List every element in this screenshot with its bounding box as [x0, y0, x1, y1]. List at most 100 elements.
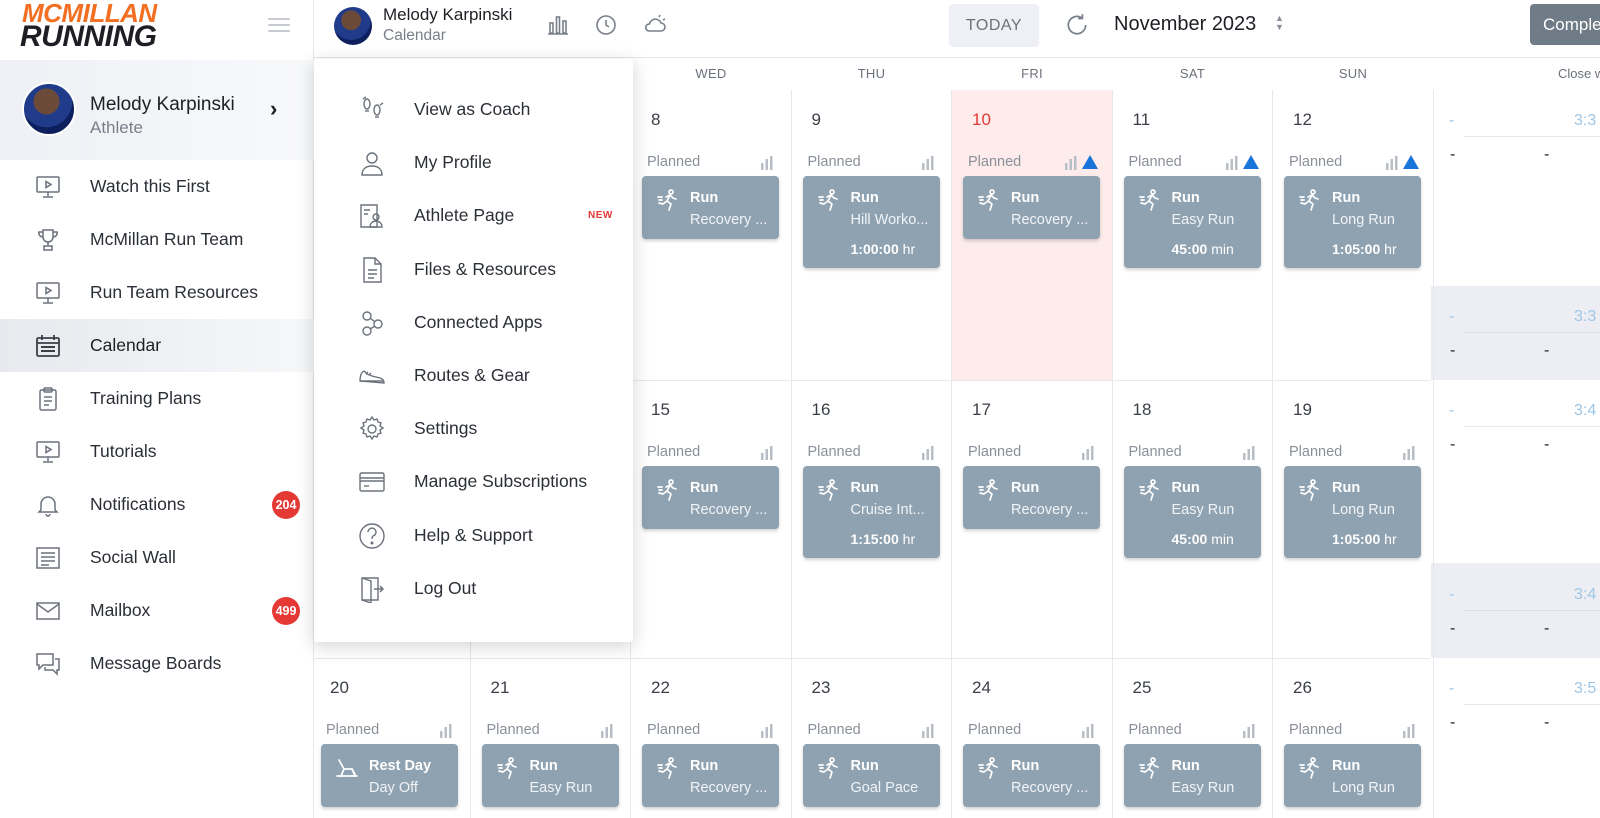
- bar-chart-icon[interactable]: [760, 724, 774, 738]
- workout-card[interactable]: Run Easy Run 45:00 min: [1123, 176, 1261, 268]
- bar-chart-icon[interactable]: [439, 724, 453, 738]
- bar-chart-icon[interactable]: [1385, 156, 1399, 170]
- menu-item-settings[interactable]: Settings: [314, 403, 633, 456]
- menu-item-log-out[interactable]: Log Out: [314, 563, 633, 616]
- workout-card[interactable]: Run Easy Run: [481, 744, 619, 807]
- workout-card[interactable]: Run Recovery ...: [963, 466, 1100, 529]
- alert-triangle-icon[interactable]: [1403, 155, 1419, 169]
- close-week-header[interactable]: Close w: [1558, 66, 1600, 81]
- day-number[interactable]: 12: [1293, 110, 1312, 130]
- day-number[interactable]: 21: [491, 678, 510, 698]
- day-number[interactable]: 15: [651, 400, 670, 420]
- weekly-summary-time[interactable]: 3:4: [1574, 586, 1596, 604]
- workout-card[interactable]: Run Recovery ...: [642, 176, 779, 239]
- bar-chart-icon[interactable]: [600, 724, 614, 738]
- month-selector[interactable]: November 2023: [1114, 13, 1256, 36]
- bar-chart-icon[interactable]: [1242, 446, 1256, 460]
- sidebar-item-social-wall[interactable]: Social Wall: [0, 531, 314, 584]
- workout-card[interactable]: Run Easy Run: [1123, 744, 1261, 807]
- day-number[interactable]: 26: [1293, 678, 1312, 698]
- workout-card[interactable]: Run Long Run 1:05:00 hr: [1284, 176, 1421, 268]
- workout-card[interactable]: Run Cruise Int... 1:15:00 hr: [802, 466, 940, 558]
- bar-chart-icon[interactable]: [1081, 724, 1095, 738]
- planned-label: Planned: [647, 444, 701, 460]
- bar-chart-icon[interactable]: [760, 446, 774, 460]
- menu-item-help-support[interactable]: Help & Support: [314, 510, 633, 563]
- day-number[interactable]: 23: [812, 678, 831, 698]
- day-number[interactable]: 20: [330, 678, 349, 698]
- bar-chart-icon[interactable]: [546, 13, 570, 37]
- sidebar-item-run-team-resources[interactable]: Run Team Resources: [0, 266, 314, 319]
- bar-chart-icon[interactable]: [921, 446, 935, 460]
- sidebar-item-mailbox[interactable]: Mailbox 499: [0, 584, 314, 637]
- day-number[interactable]: 8: [651, 110, 660, 130]
- workout-card[interactable]: Run Recovery ...: [642, 466, 779, 529]
- menu-item-files-resources[interactable]: Files & Resources: [314, 244, 633, 297]
- sidebar-item-message-boards[interactable]: Message Boards: [0, 637, 314, 690]
- complete-button[interactable]: Complete: [1530, 4, 1600, 45]
- weekly-summary-time[interactable]: 3:4: [1574, 402, 1596, 420]
- day-number[interactable]: 24: [972, 678, 991, 698]
- profile-card[interactable]: Melody Karpinski Athlete ›: [0, 60, 314, 160]
- bar-chart-icon[interactable]: [1064, 156, 1078, 170]
- menu-item-manage-subscriptions[interactable]: Manage Subscriptions: [314, 456, 633, 509]
- weekday-header: FRI: [1021, 66, 1043, 81]
- day-number[interactable]: 18: [1133, 400, 1152, 420]
- day-number[interactable]: 9: [812, 110, 821, 130]
- sidebar-item-training-plans[interactable]: Training Plans: [0, 372, 314, 425]
- sidebar-item-tutorials[interactable]: Tutorials: [0, 425, 314, 478]
- brand-logo[interactable]: MCMILLAN RUNNING: [20, 0, 180, 54]
- workout-card[interactable]: Run Recovery ...: [642, 744, 779, 807]
- header-user-name[interactable]: Melody Karpinski: [383, 5, 512, 25]
- duration-unit: hr: [1384, 241, 1397, 257]
- weather-icon[interactable]: [642, 13, 666, 37]
- menu-item-my-profile[interactable]: My Profile: [314, 137, 633, 190]
- workout-card[interactable]: Run Goal Pace: [802, 744, 940, 807]
- bar-chart-icon[interactable]: [1081, 446, 1095, 460]
- clock-icon[interactable]: [594, 13, 618, 37]
- day-number[interactable]: 22: [651, 678, 670, 698]
- sidebar-item-notifications[interactable]: Notifications 204: [0, 478, 314, 531]
- refresh-icon[interactable]: [1064, 12, 1090, 38]
- sidebar-item-watch-this-first[interactable]: Watch this First: [0, 160, 314, 213]
- menu-item-athlete-page[interactable]: Athlete Page NEW: [314, 190, 633, 243]
- month-stepper-icon[interactable]: ▲ ▼: [1275, 14, 1284, 32]
- menu-item-connected-apps[interactable]: Connected Apps: [314, 297, 633, 350]
- planned-label: Planned: [647, 154, 701, 170]
- workout-card[interactable]: Rest Day Day Off: [321, 744, 458, 807]
- bar-chart-icon[interactable]: [1242, 724, 1256, 738]
- day-number[interactable]: 16: [812, 400, 831, 420]
- day-number[interactable]: 10: [972, 110, 991, 130]
- today-button[interactable]: TODAY: [949, 4, 1039, 47]
- weekly-summary-time[interactable]: 3:3: [1574, 112, 1596, 130]
- workout-card[interactable]: Run Recovery ...: [963, 176, 1100, 239]
- workout-card[interactable]: Run Long Run 1:05:00 hr: [1284, 466, 1421, 558]
- menu-item-view-as-coach[interactable]: View as Coach: [314, 84, 633, 137]
- alert-triangle-icon[interactable]: [1242, 155, 1259, 169]
- workout-card[interactable]: Run Long Run: [1284, 744, 1421, 807]
- day-number[interactable]: 17: [972, 400, 991, 420]
- hamburger-menu-icon[interactable]: [268, 18, 290, 34]
- bar-chart-icon[interactable]: [921, 724, 935, 738]
- menu-item-routes-gear[interactable]: Routes & Gear: [314, 350, 633, 403]
- bar-chart-icon[interactable]: [921, 156, 935, 170]
- day-number[interactable]: 11: [1133, 110, 1151, 130]
- day-number[interactable]: 19: [1293, 400, 1312, 420]
- weekly-summary-time[interactable]: 3:5: [1574, 680, 1596, 698]
- weekly-summary-time[interactable]: 3:3: [1574, 308, 1596, 326]
- workout-name: Long Run: [1332, 212, 1395, 228]
- sidebar-item-mcmillan-run-team[interactable]: McMillan Run Team: [0, 213, 314, 266]
- day-number[interactable]: 25: [1133, 678, 1152, 698]
- bar-chart-icon[interactable]: [1225, 156, 1239, 170]
- bar-chart-icon[interactable]: [1402, 446, 1416, 460]
- sidebar-item-calendar[interactable]: Calendar: [0, 319, 314, 372]
- workout-card[interactable]: Run Easy Run 45:00 min: [1123, 466, 1261, 558]
- workout-card[interactable]: Run Hill Worko... 1:00:00 hr: [802, 176, 940, 268]
- workout-card[interactable]: Run Recovery ...: [963, 744, 1100, 807]
- bar-chart-icon[interactable]: [760, 156, 774, 170]
- planned-label: Planned: [1289, 444, 1343, 460]
- newspaper-icon: [34, 544, 62, 572]
- bar-chart-icon[interactable]: [1402, 724, 1416, 738]
- user-avatar-button[interactable]: [334, 7, 372, 45]
- alert-triangle-icon[interactable]: [1082, 155, 1098, 169]
